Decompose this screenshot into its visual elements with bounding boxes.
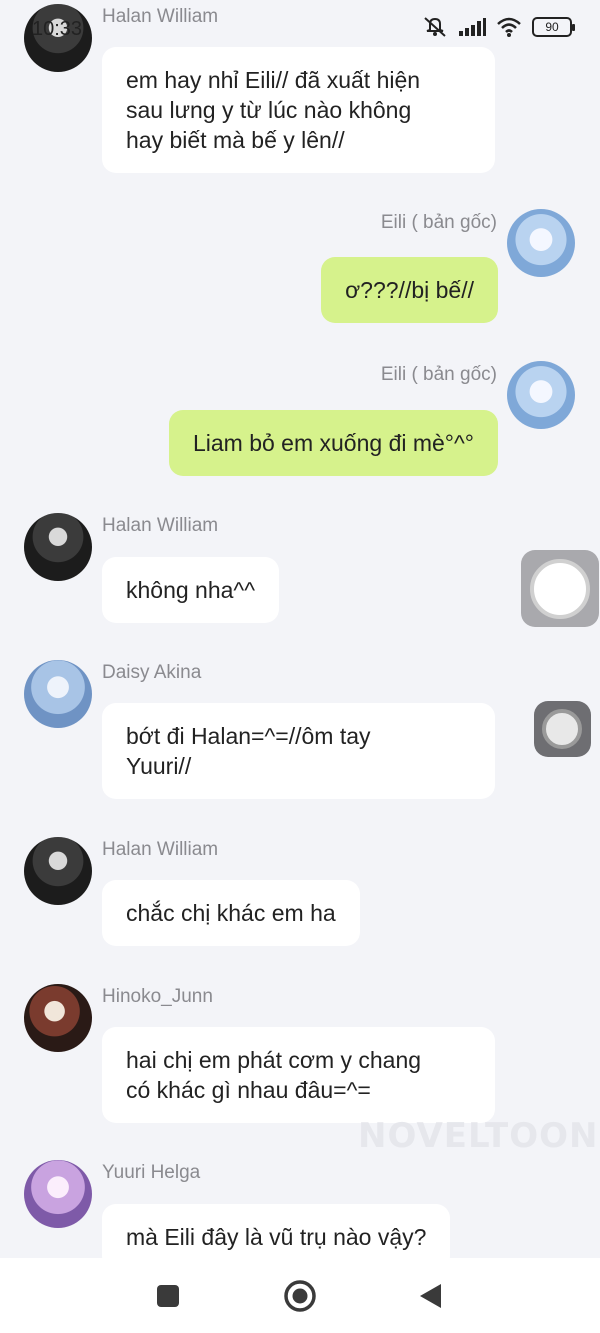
back-triangle-icon[interactable] (418, 1283, 444, 1309)
avatar[interactable] (24, 660, 92, 728)
message-bubble[interactable]: chắc chị khác em ha (102, 880, 360, 946)
message-bubble[interactable]: ơ???//bị bế// (321, 257, 498, 323)
home-circle-icon[interactable] (283, 1279, 317, 1313)
watermark: NOVELTOON (358, 1116, 599, 1156)
message-bubble[interactable]: Liam bỏ em xuống đi mè°^° (168, 410, 498, 476)
sender-name: Eili ( bản gốc) (380, 364, 497, 385)
sender-name: Hinoko_Junn (102, 986, 213, 1007)
message-bubble[interactable]: em hay nhỉ Eili// đã xuất hiện sau lưng … (102, 47, 495, 173)
status-icons: 90 (422, 16, 575, 38)
sender-name: Eili ( bản gốc) (380, 212, 497, 233)
avatar[interactable] (24, 837, 92, 905)
avatar[interactable] (24, 513, 92, 581)
sender-name: Daisy Akina (102, 662, 202, 683)
mute-icon (424, 17, 446, 37)
battery-level: 90 (545, 20, 559, 34)
assistive-touch-icon[interactable] (521, 550, 599, 627)
sender-name: Yuuri Helga (102, 1162, 201, 1183)
message-bubble[interactable]: bớt đi Halan=^=//ôm tay Yuuri// (102, 703, 495, 799)
recents-square-icon[interactable] (156, 1284, 180, 1308)
avatar[interactable] (24, 984, 92, 1052)
sender-name: Halan William (102, 839, 219, 860)
status-time: 10:33 (32, 18, 83, 40)
wifi-icon (497, 17, 521, 37)
avatar[interactable] (507, 209, 575, 277)
sender-name: Halan William (102, 515, 219, 536)
avatar[interactable] (507, 361, 575, 429)
signal-icon (459, 18, 486, 36)
avatar[interactable] (24, 1160, 92, 1228)
status-bar: 10:33 90 (0, 0, 600, 52)
floating-ball-icon[interactable] (534, 701, 591, 757)
message-bubble[interactable]: không nha^^ (102, 557, 280, 623)
navigation-bar (0, 1258, 600, 1333)
battery-icon: 90 (532, 17, 575, 37)
message-bubble[interactable]: hai chị em phát cơm y chang có khác gì n… (102, 1027, 495, 1123)
